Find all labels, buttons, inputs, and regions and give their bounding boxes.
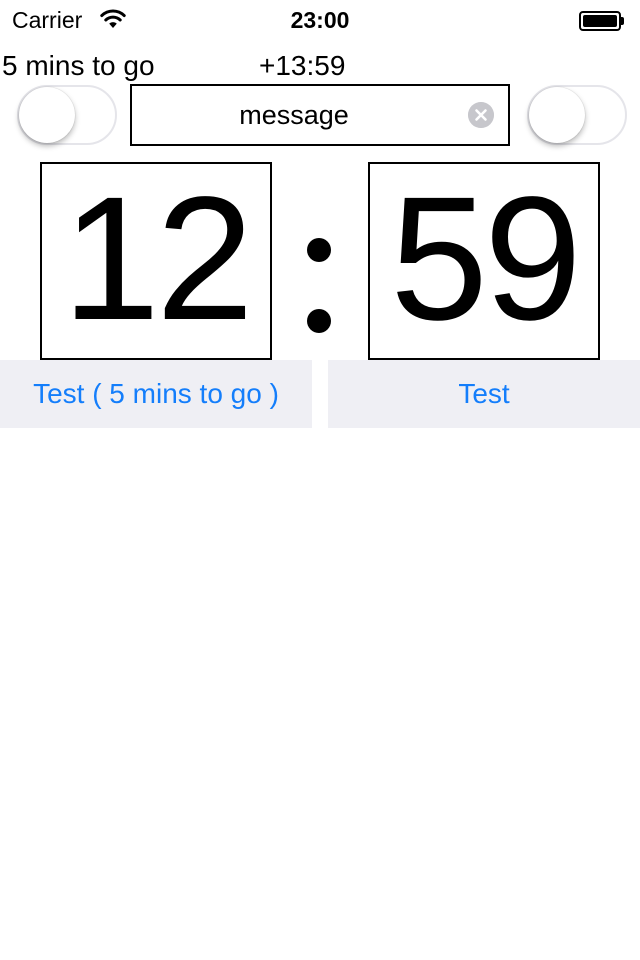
clear-icon[interactable] bbox=[468, 102, 494, 128]
switch-knob bbox=[19, 87, 75, 143]
elapsed-time-label: +13:59 bbox=[259, 50, 346, 81]
test-countdown-button[interactable]: Test ( 5 mins to go ) bbox=[0, 360, 312, 428]
seconds-display: 59 bbox=[368, 162, 600, 360]
minutes-display: 12 bbox=[40, 162, 272, 360]
status-bar: Carrier 23:00 bbox=[0, 0, 640, 40]
message-input[interactable]: message bbox=[130, 84, 510, 146]
message-input-value: message bbox=[239, 100, 349, 130]
colon-separator-top bbox=[307, 238, 331, 262]
left-toggle-switch[interactable] bbox=[17, 85, 117, 145]
colon-separator-bottom bbox=[307, 309, 331, 333]
battery-icon bbox=[579, 11, 624, 31]
status-time: 23:00 bbox=[290, 7, 350, 33]
switch-knob bbox=[529, 87, 585, 143]
app-screen: Carrier 23:00 5 mins to go +13:59 messag… bbox=[0, 0, 640, 960]
countdown-label: 5 mins to go bbox=[2, 50, 155, 81]
test-button[interactable]: Test bbox=[328, 360, 640, 428]
right-toggle-switch[interactable] bbox=[527, 85, 627, 145]
